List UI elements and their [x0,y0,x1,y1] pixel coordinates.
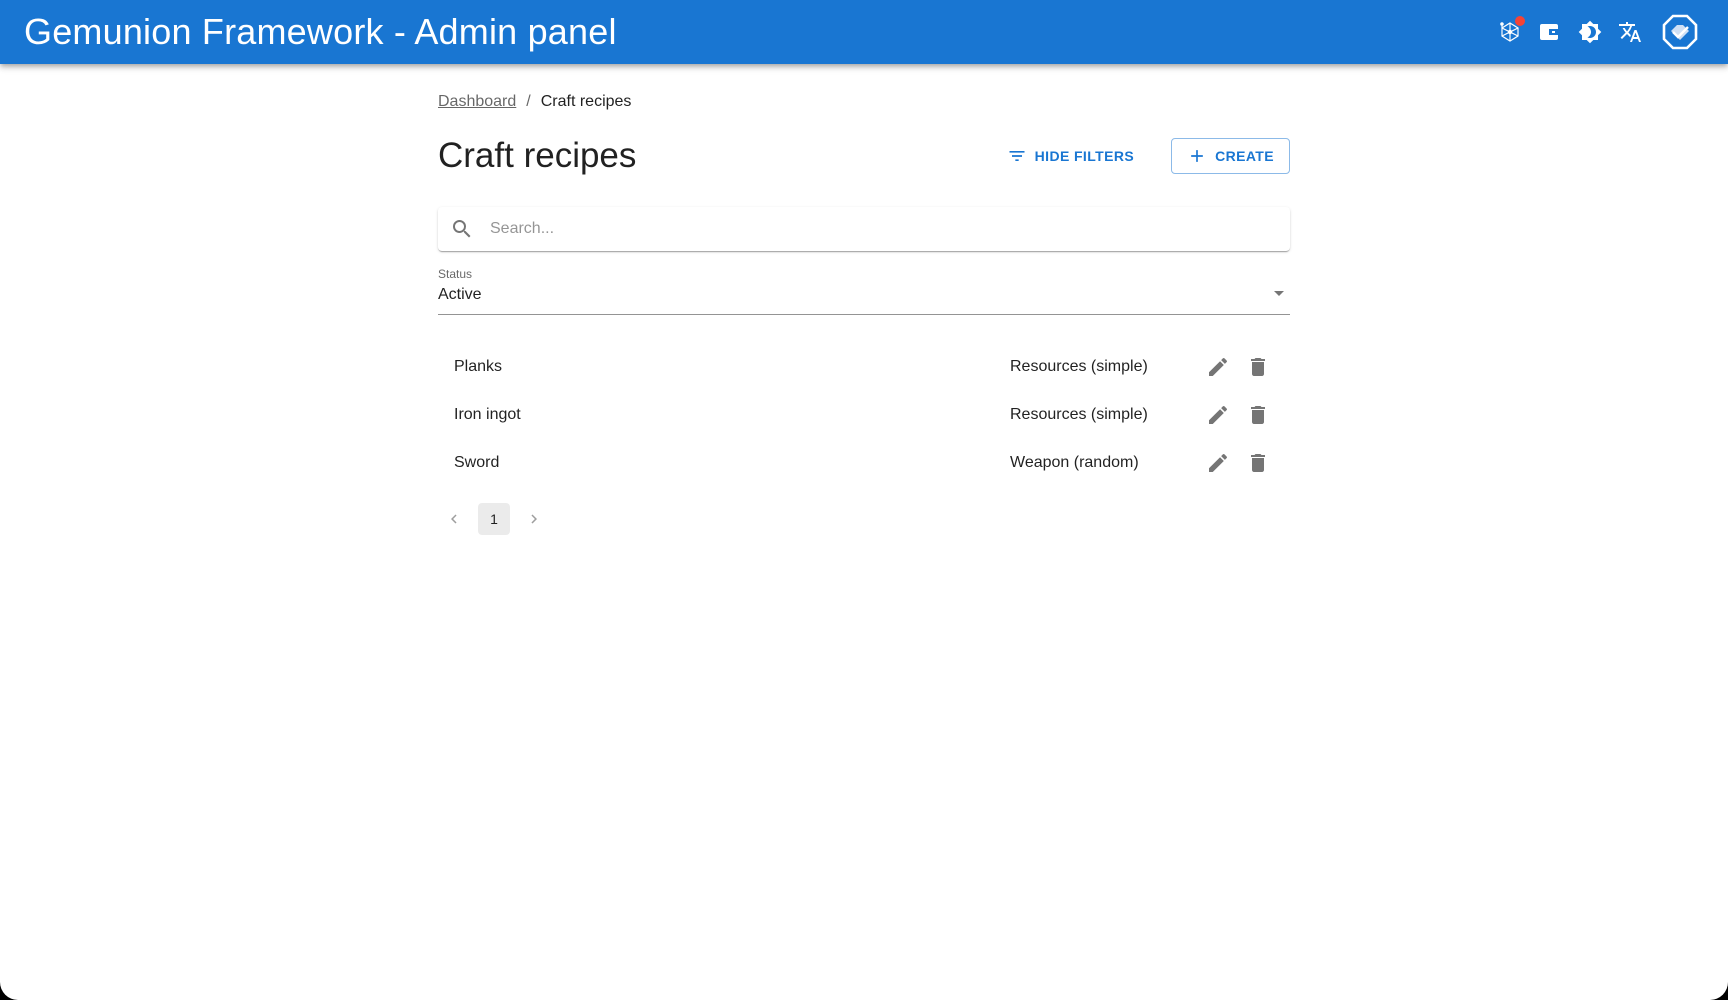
edit-icon [1209,357,1228,376]
row-actions [1194,447,1274,479]
row-actions [1194,351,1274,383]
breadcrumb-current: Craft recipes [540,93,632,110]
list-item[interactable]: Sword Weapon (random) [438,439,1290,487]
main-content: Dashboard / Craft recipes Craft recipes … [438,64,1290,535]
edit-icon [1209,453,1228,472]
dropdown-arrow-icon [1274,291,1284,296]
recipe-list: Planks Resources (simple) Iron ingot Res… [438,343,1290,487]
edit-button[interactable] [1202,351,1234,383]
search-input[interactable] [490,220,1278,238]
breadcrumb: Dashboard / Craft recipes [438,90,1290,114]
pagination: 1 [438,503,1290,535]
hide-filters-button[interactable]: Hide filters [994,138,1147,174]
page: Gemunion Framework - Admin panel Dashboa… [0,0,1728,1000]
delete-icon [1251,406,1265,424]
language-button[interactable] [1610,12,1650,52]
recipe-type: Resources (simple) [1010,358,1148,375]
status-label: Status [438,267,473,281]
delete-icon [1251,358,1265,376]
delete-icon [1251,454,1265,472]
wallet-button[interactable] [1530,12,1570,52]
add-icon [1191,150,1203,162]
create-button[interactable]: Create [1171,138,1290,174]
breadcrumb-dashboard-link[interactable]: Dashboard [438,93,516,111]
avatar-button[interactable] [1656,8,1704,56]
theme-toggle-button[interactable] [1570,12,1610,52]
create-label: Create [1215,148,1274,164]
list-item[interactable]: Iron ingot Resources (simple) [438,391,1290,439]
app-bar: Gemunion Framework - Admin panel [0,0,1728,64]
edit-button[interactable] [1202,399,1234,431]
recipe-name: Planks [454,358,503,375]
next-page-button[interactable] [518,503,550,535]
page-1-button[interactable]: 1 [478,503,510,535]
breadcrumb-separator: / [526,93,531,110]
delete-button[interactable] [1242,351,1274,383]
row-actions [1194,399,1274,431]
search-icon [453,220,471,238]
avatar-icon [1662,14,1698,50]
chevron-left-icon [451,514,457,524]
recipe-name: Iron ingot [454,406,521,423]
page-title: Craft recipes [438,136,637,175]
edit-button[interactable] [1202,447,1234,479]
delete-button[interactable] [1242,399,1274,431]
filter-list-icon [1009,151,1025,161]
recipe-name: Sword [454,454,500,471]
brightness-icon [1578,20,1602,44]
recipe-type: Weapon (random) [1010,454,1139,471]
delete-button[interactable] [1242,447,1274,479]
previous-page-button[interactable] [438,503,470,535]
translate-icon [1619,22,1641,42]
page-header: Craft recipes Hide filters Create [438,128,1290,184]
notification-badge [1515,16,1525,26]
search-box [438,207,1290,251]
edit-icon [1209,405,1228,424]
hide-filters-label: Hide filters [1034,148,1135,164]
page-actions: Hide filters Create [994,138,1290,174]
status-select[interactable]: Status Active [438,267,1290,315]
recipe-type: Resources (simple) [1010,406,1148,423]
chevron-right-icon [531,514,537,524]
app-title: Gemunion Framework - Admin panel [24,11,617,52]
network-button[interactable] [1490,12,1530,52]
status-value: Active [438,286,482,303]
app-bar-actions [1490,8,1704,56]
list-item[interactable]: Planks Resources (simple) [438,343,1290,391]
wallet-icon [1540,24,1558,40]
